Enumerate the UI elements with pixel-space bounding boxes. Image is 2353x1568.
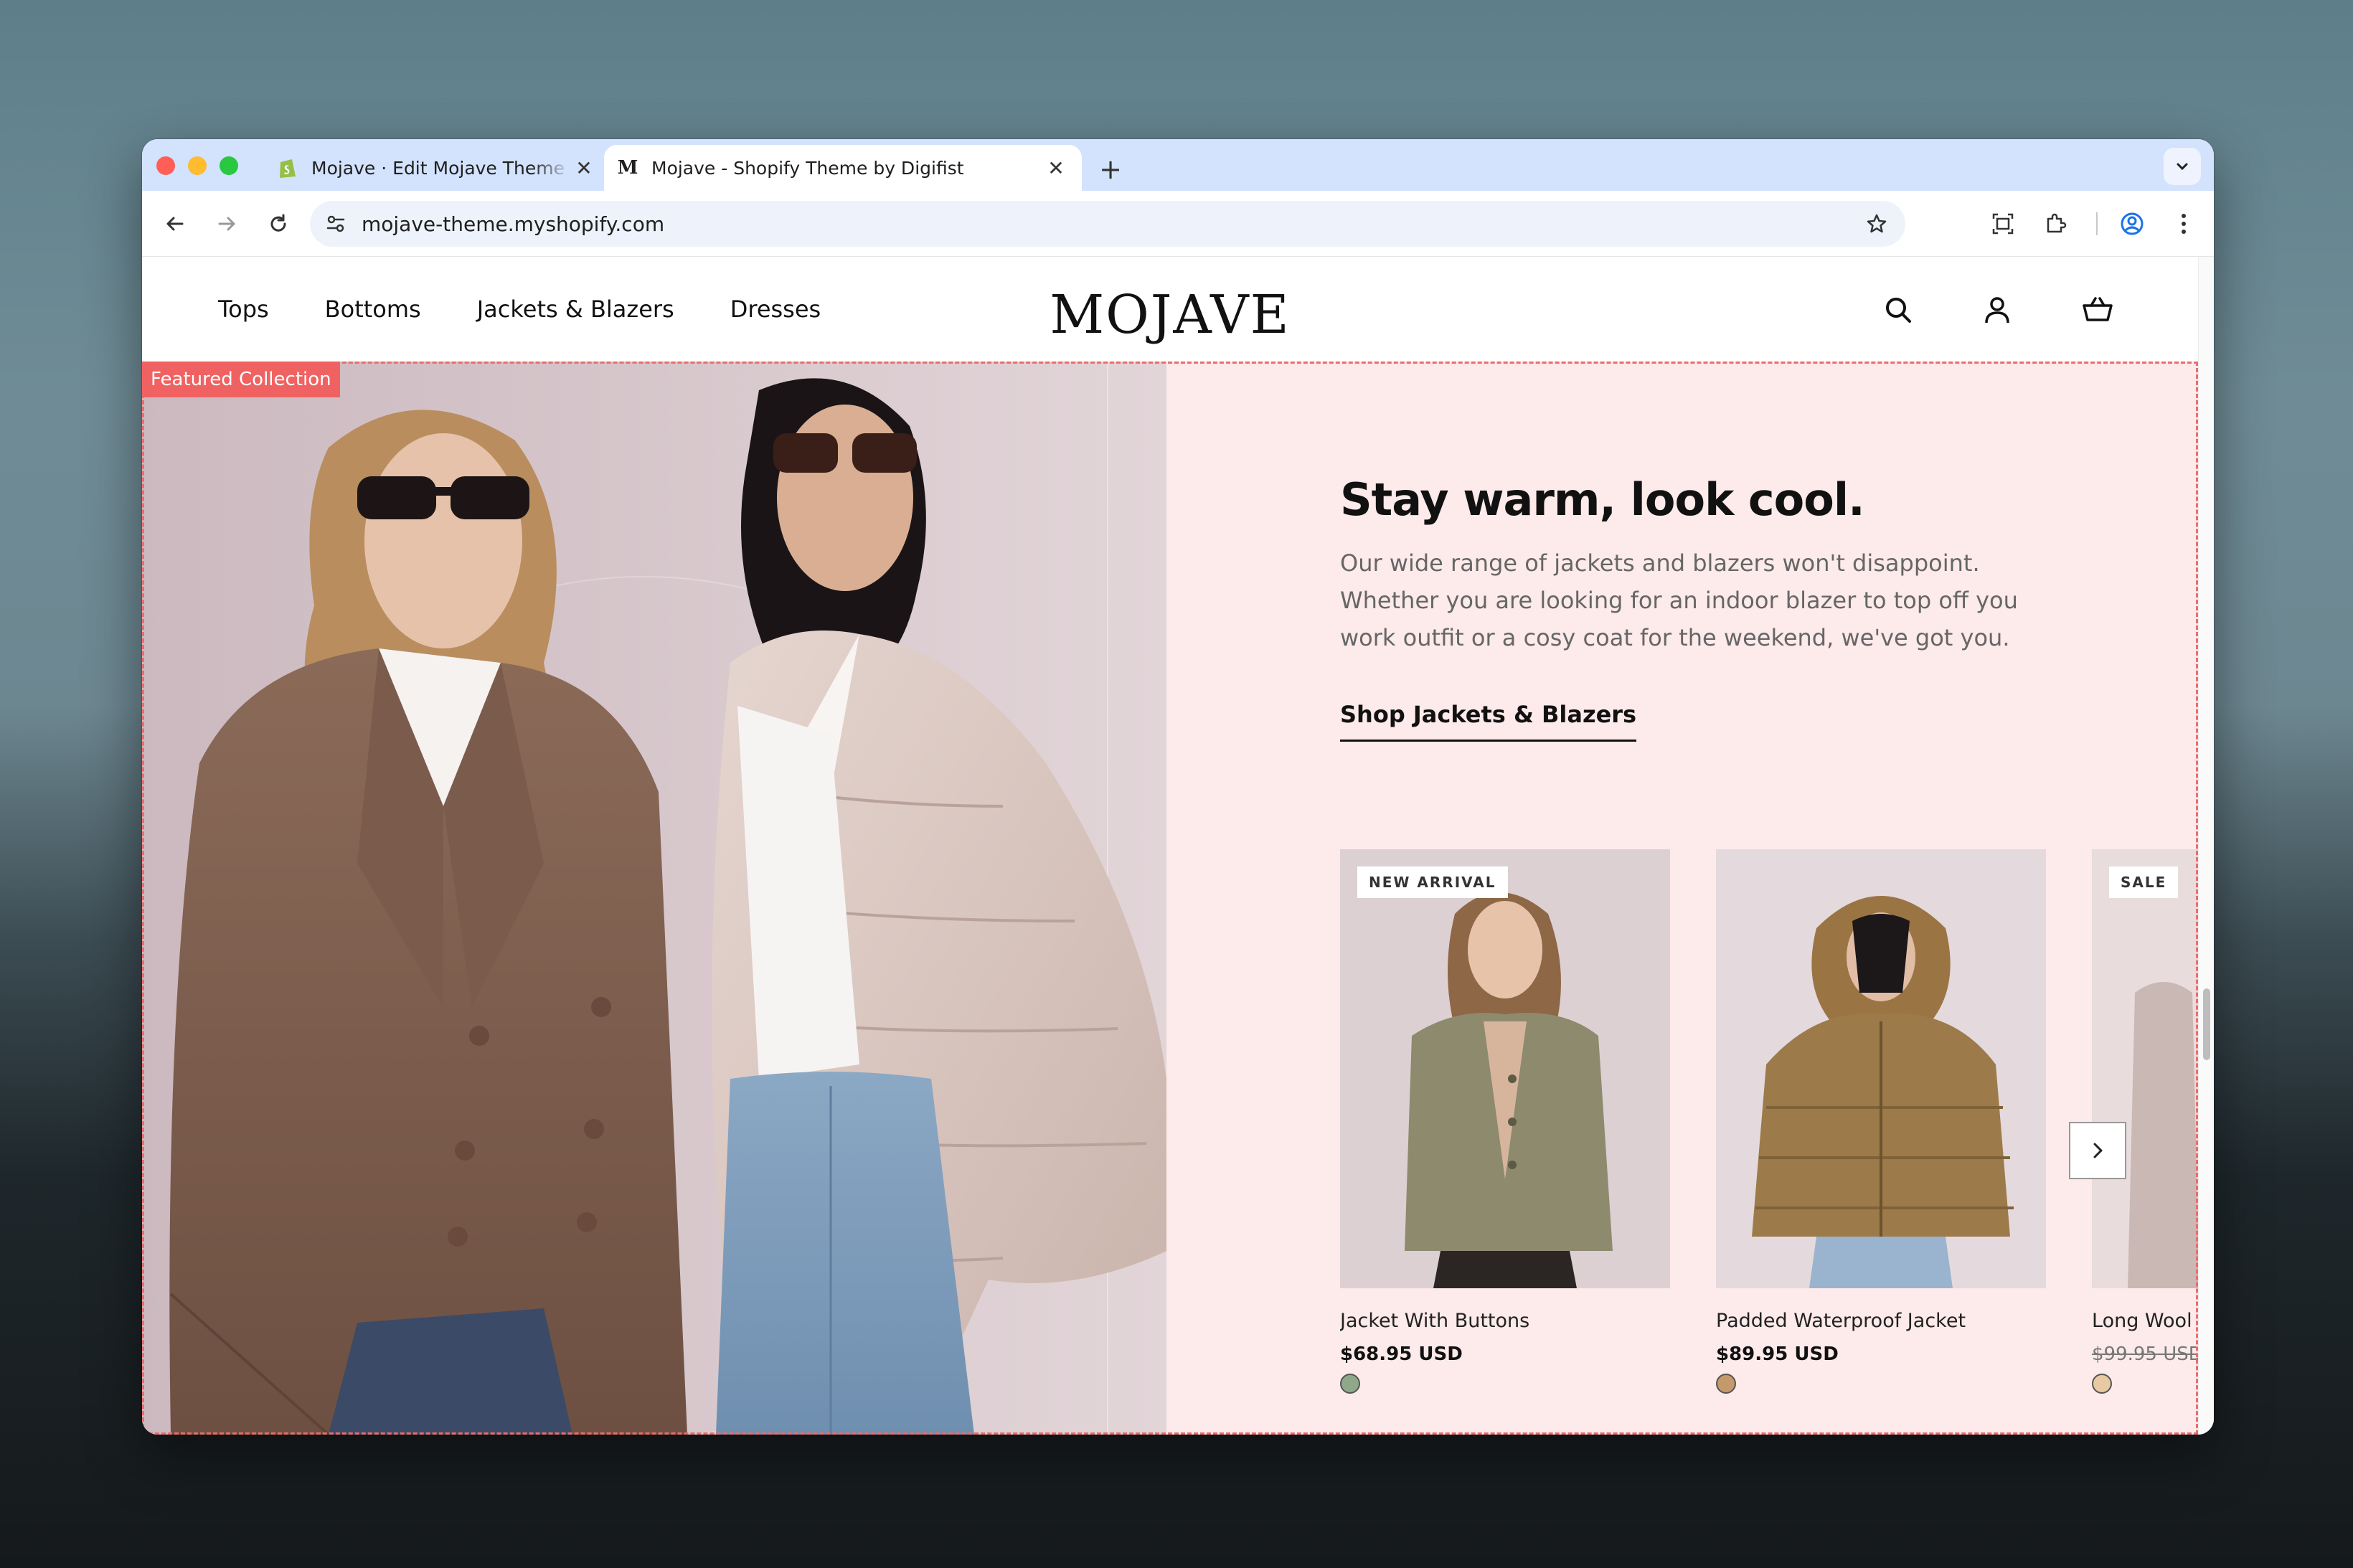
chevron-right-icon (2093, 1143, 2103, 1158)
tab-label: Mojave - Shopify Theme by Digifist (651, 157, 964, 179)
product-card[interactable]: Padded Waterproof Jacket $89.95 USD (1716, 849, 2046, 1394)
product-name[interactable]: Padded Waterproof Jacket (1716, 1310, 2046, 1332)
site-settings-icon[interactable] (313, 201, 359, 247)
kebab-menu-icon[interactable] (2165, 205, 2202, 242)
arrow-left-icon (166, 217, 184, 231)
page-scrollbar[interactable] (2198, 257, 2214, 1435)
nav-item-bottoms[interactable]: Bottoms (325, 296, 421, 323)
product-image[interactable]: NEW ARRIVAL (1340, 849, 1670, 1288)
page-viewport: Tops Bottoms Jackets & Blazers Dresses M… (142, 257, 2214, 1435)
featured-content: Stay warm, look cool. Our wide range of … (1340, 466, 2029, 742)
featured-collection-section: Featured Collection Stay warm, look cool… (142, 362, 2198, 1435)
tab-search-button[interactable] (2164, 148, 2201, 185)
mojave-m-icon: M (617, 157, 638, 179)
hero-photo-illustration (142, 362, 1166, 1435)
store-header: Tops Bottoms Jackets & Blazers Dresses M… (142, 257, 2198, 362)
back-button[interactable] (156, 205, 194, 242)
nav-item-tops[interactable]: Tops (218, 296, 269, 323)
user-icon (1985, 297, 2009, 323)
tab-label: Mojave · Edit Mojave Theme with Shopify (311, 157, 571, 179)
shopify-icon (277, 157, 298, 179)
search-icon (1886, 298, 1911, 323)
hero-image (142, 362, 1166, 1435)
product-badge-new-arrival: NEW ARRIVAL (1357, 866, 1508, 898)
minimize-window-button[interactable] (188, 156, 207, 175)
url-text: mojave-theme.myshopify.com (362, 212, 665, 236)
color-swatch[interactable] (2092, 1374, 2112, 1394)
bookmark-star-icon[interactable] (1859, 207, 1894, 241)
carousel-next-button[interactable] (2069, 1122, 2126, 1179)
close-tab-icon[interactable]: ✕ (571, 155, 597, 181)
product-name[interactable]: Jacket With Buttons (1340, 1310, 1670, 1332)
product-price: $99.95 USD (2092, 1343, 2198, 1365)
reload-icon (270, 214, 286, 232)
basket-icon (2083, 297, 2113, 321)
tab-shopify-editor[interactable]: Mojave · Edit Mojave Theme with Shopify … (264, 145, 610, 191)
arrow-right-icon (218, 217, 235, 231)
nav-item-jackets-blazers[interactable]: Jackets & Blazers (477, 296, 674, 323)
product-photo-padded-waterproof-jacket (1716, 849, 2046, 1288)
nav-item-dresses[interactable]: Dresses (730, 296, 821, 323)
product-price: $89.95 USD (1716, 1343, 1839, 1365)
cart-button[interactable] (2076, 288, 2119, 331)
profile-icon[interactable] (2113, 205, 2151, 242)
product-photo-long-wool-coat (2092, 849, 2198, 1288)
browser-toolbar: mojave-theme.myshopify.com (142, 191, 2214, 257)
toolbar-divider (2096, 212, 2098, 235)
maximize-window-button[interactable] (220, 156, 238, 175)
search-button[interactable] (1877, 288, 1920, 331)
screenshot-icon[interactable] (1984, 205, 2022, 242)
main-nav: Tops Bottoms Jackets & Blazers Dresses (218, 257, 877, 362)
product-image[interactable]: SALE (2092, 849, 2198, 1288)
shop-jackets-blazers-link[interactable]: Shop Jackets & Blazers (1340, 701, 1637, 742)
featured-body: Our wide range of jackets and blazers wo… (1340, 549, 2018, 651)
tab-strip: Mojave · Edit Mojave Theme with Shopify … (142, 139, 2214, 191)
tab-mojave-store[interactable]: M Mojave - Shopify Theme by Digifist ✕ (604, 145, 1082, 191)
close-window-button[interactable] (156, 156, 175, 175)
forward-button[interactable] (208, 205, 245, 242)
product-card[interactable]: NEW ARRIVAL Jacket With Buttons $68.95 U… (1340, 849, 1670, 1394)
product-badge-sale: SALE (2109, 866, 2179, 898)
browser-window: Mojave · Edit Mojave Theme with Shopify … (142, 139, 2214, 1435)
extensions-puzzle-icon[interactable] (2037, 205, 2075, 242)
scrollbar-thumb[interactable] (2203, 988, 2210, 1060)
featured-heading: Stay warm, look cool. (1340, 473, 1865, 526)
product-price: $68.95 USD (1340, 1343, 1463, 1365)
color-swatch[interactable] (1340, 1374, 1360, 1394)
address-bar[interactable]: mojave-theme.myshopify.com (310, 201, 1905, 247)
product-image[interactable] (1716, 849, 2046, 1288)
new-tab-button[interactable]: + (1090, 149, 1131, 189)
section-label-badge: Featured Collection (142, 362, 340, 397)
store-logo[interactable]: MOJAVE (1050, 284, 1290, 346)
chevron-down-icon (2177, 163, 2188, 171)
close-tab-icon[interactable]: ✕ (1043, 155, 1069, 181)
product-name[interactable]: Long Wool Coat (2092, 1310, 2198, 1332)
product-photo-jacket-with-buttons (1340, 849, 1670, 1288)
account-button[interactable] (1976, 288, 2019, 331)
color-swatch[interactable] (1716, 1374, 1736, 1394)
reload-button[interactable] (260, 205, 297, 242)
